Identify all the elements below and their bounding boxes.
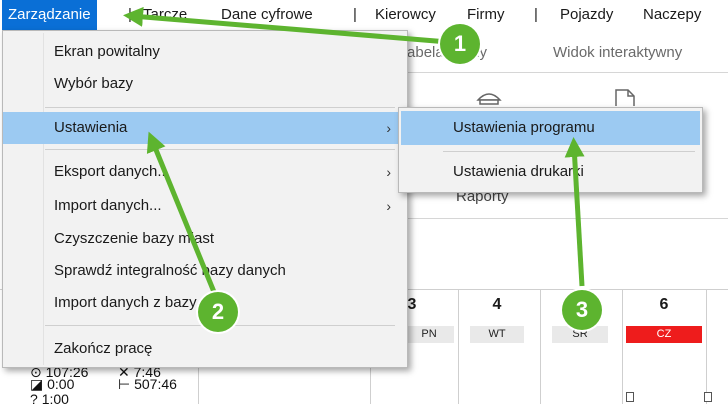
menu-kierowcy[interactable]: Kierowcy	[375, 0, 436, 30]
chevron-right-icon: ›	[386, 198, 391, 214]
menu-item-wybor-bazy[interactable]: Wybór bazy	[3, 68, 407, 100]
menu-separator: |	[534, 6, 538, 23]
menu-item-label: Eksport danych...	[54, 163, 170, 180]
menu-item-label: Zakończ pracę	[54, 340, 153, 357]
ustawienia-submenu: Ustawienia programu Ustawienia drukarki	[398, 107, 703, 193]
submenu-separator	[443, 151, 695, 152]
stat-value: ⊢ 507:46	[118, 376, 177, 392]
calendar-column-line	[540, 289, 541, 404]
menu-separator	[45, 149, 395, 150]
menu-item-label: Import danych...	[54, 197, 162, 214]
menu-zarzadzanie[interactable]: Zarządzanie	[2, 0, 97, 30]
menu-item-label: Ustawienia	[54, 119, 128, 136]
stat-availability: 0:00	[47, 376, 75, 392]
stat-value: ? 1:00	[30, 391, 69, 407]
menu-item-zakoncz-prace[interactable]: Zakończ pracę	[3, 333, 407, 365]
driver-cap-icon[interactable]	[474, 88, 504, 108]
calendar-column-line	[458, 289, 459, 404]
menu-separator: |	[353, 6, 357, 23]
ribbon-divider	[400, 72, 728, 73]
menu-item-import-danych[interactable]: Import danych... ›	[3, 190, 407, 222]
menu-naczepy[interactable]: Naczepy	[643, 0, 701, 30]
submenu-item-label: Ustawienia drukarki	[453, 163, 584, 180]
menu-dane-cyfrowe[interactable]: Dane cyfrowe	[221, 0, 313, 30]
ribbon-bottom-border	[400, 218, 728, 219]
step-badge-1: 1	[440, 24, 480, 64]
menu-pojazdy[interactable]: Pojazdy	[560, 0, 613, 30]
lock-icon	[626, 392, 634, 402]
calendar-column-line	[706, 289, 707, 404]
menu-item-ustawienia[interactable]: Ustawienia ›	[3, 112, 407, 144]
lock-icon	[704, 392, 712, 402]
menu-item-czyszczenie-bazy-miast[interactable]: Czyszczenie bazy miast	[3, 223, 407, 255]
calendar-column-line	[622, 289, 623, 404]
step-badge-3: 3	[562, 290, 602, 330]
menu-item-ekran-powitalny[interactable]: Ekran powitalny	[3, 36, 407, 68]
menu-firmy[interactable]: Firmy	[467, 0, 505, 30]
submenu-item-ustawienia-drukarki[interactable]: Ustawienia drukarki	[401, 155, 700, 189]
submenu-item-ustawienia-programu[interactable]: Ustawienia programu	[401, 111, 700, 145]
menu-item-sprawdz-integralnosc[interactable]: Sprawdź integralność bazy danych	[3, 255, 407, 287]
calendar-day-number: 6	[659, 296, 669, 313]
menu-bar: Zarządzanie | Tarcze Dane cyfrowe | Kier…	[0, 0, 728, 30]
chevron-right-icon: ›	[386, 120, 391, 136]
menu-separator: |	[128, 6, 132, 23]
menu-item-label: Wybór bazy	[54, 75, 134, 92]
menu-separator	[45, 107, 395, 108]
chevron-right-icon: ›	[386, 164, 391, 180]
stat-unknown: 1:00	[41, 391, 69, 407]
menu-item-label: Czyszczenie bazy miast	[54, 230, 215, 247]
tab-interactive-view[interactable]: Widok interaktywny	[553, 44, 682, 61]
menu-item-label: Ekran powitalny	[54, 43, 160, 60]
menu-item-label: Sprawdź integralność bazy danych	[54, 262, 286, 279]
calendar-day-name-highlight: CZ	[626, 326, 702, 343]
menu-tarcze[interactable]: Tarcze	[143, 0, 187, 30]
calendar-day-name: WT	[470, 326, 524, 343]
menu-item-eksport-danych[interactable]: Eksport danych... ›	[3, 156, 407, 188]
submenu-item-label: Ustawienia programu	[453, 119, 595, 136]
calendar-day-name: PN	[404, 326, 454, 343]
step-badge-2: 2	[198, 292, 238, 332]
calendar-day-number: 4	[492, 296, 502, 313]
document-icon[interactable]	[610, 88, 638, 108]
stat-rest-time: 507:46	[134, 376, 177, 392]
